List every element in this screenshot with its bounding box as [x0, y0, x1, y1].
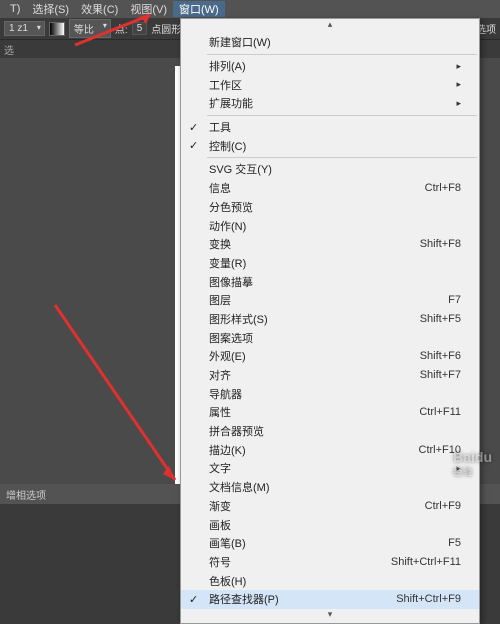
menu-item-pattern-options[interactable]: 图案选项 — [181, 328, 479, 347]
menu-item-label: 工具 — [209, 119, 231, 135]
menu-item-label: 渐变 — [209, 498, 231, 514]
menu-item-arrange[interactable]: 排列(A) ▸ — [181, 57, 479, 76]
menu-item-navigator[interactable]: 导航器 — [181, 384, 479, 403]
menu-item-label: 属性 — [209, 404, 231, 420]
menu-item-align[interactable]: 对齐 Shift+F7 — [181, 366, 479, 385]
menu-item-layers[interactable]: 图层 F7 — [181, 291, 479, 310]
menu-item-label: 新建窗口(W) — [209, 34, 271, 50]
menu-item-label: 图像描摹 — [209, 274, 253, 290]
menu-item-label: 文档信息(M) — [209, 479, 270, 495]
submenu-arrow-icon: ▸ — [456, 98, 461, 109]
menu-item-attributes[interactable]: 属性 Ctrl+F11 — [181, 403, 479, 422]
menu-shortcut: Shift+Ctrl+F9 — [396, 593, 461, 605]
menu-item-label: 对齐 — [209, 367, 231, 383]
check-icon: ✓ — [189, 121, 198, 134]
menu-item-label: 画笔(B) — [209, 535, 246, 551]
menubar-item[interactable]: 视图(V) — [124, 1, 173, 17]
menu-scroll-up[interactable]: ▴ — [181, 19, 479, 33]
menu-item-label: 文字 — [209, 460, 231, 476]
menu-item-swatches[interactable]: 色板(H) — [181, 571, 479, 590]
menu-item-label: 图形样式(S) — [209, 311, 268, 327]
menubar: T)选择(S)效果(C)视图(V)窗口(W) — [0, 0, 500, 18]
submenu-arrow-icon: ▸ — [456, 79, 461, 90]
menu-item-label: 扩展功能 — [209, 95, 253, 111]
menubar-item[interactable]: T) — [4, 3, 26, 15]
window-menu: ▴ 新建窗口(W) 排列(A) ▸ 工作区 ▸ 扩展功能 ▸ ✓ 工具 ✓ 控制(C) SVG 交互(… — [180, 18, 480, 624]
menu-item-graphic-styles[interactable]: 图形样式(S) Shift+F5 — [181, 310, 479, 329]
submenu-arrow-icon: ▸ — [456, 61, 461, 72]
menu-item-label: 分色预览 — [209, 199, 253, 215]
menu-item-type[interactable]: 文字▸ — [181, 459, 479, 478]
menu-separator — [207, 157, 477, 158]
menu-item-label: 排列(A) — [209, 58, 246, 74]
menu-item-label: 控制(C) — [209, 138, 246, 154]
menu-shortcut: F7 — [448, 294, 461, 306]
menu-item-variables[interactable]: 变量(R) — [181, 254, 479, 273]
menubar-item[interactable]: 窗口(W) — [173, 1, 225, 17]
menu-item-label: SVG 交互(Y) — [209, 161, 272, 177]
menu-item-symbols[interactable]: 符号 Shift+Ctrl+F11 — [181, 553, 479, 572]
menu-item-extensions[interactable]: 扩展功能 ▸ — [181, 94, 479, 113]
menu-item-tools[interactable]: ✓ 工具 — [181, 118, 479, 137]
menu-item-flattener-preview[interactable]: 拼合器预览 — [181, 422, 479, 441]
menu-shortcut: Ctrl+F11 — [419, 406, 461, 418]
menu-item-label: 外观(E) — [209, 348, 246, 364]
menu-item-brushes[interactable]: 画笔(B) F5 — [181, 534, 479, 553]
menu-item-label: 符号 — [209, 554, 231, 570]
menu-item-label: 色板(H) — [209, 573, 246, 589]
menu-shortcut: Ctrl+F8 — [425, 182, 461, 194]
menu-item-label: 路径查找器(P) — [209, 591, 279, 607]
footer-label: 增相选项 — [6, 487, 46, 502]
menu-shortcut: Ctrl+F9 — [425, 500, 461, 512]
menu-item-label: 导航器 — [209, 386, 242, 402]
menu-item-label: 图案选项 — [209, 330, 253, 346]
menu-item-info[interactable]: 信息 Ctrl+F8 — [181, 179, 479, 198]
menu-item-artboards[interactable]: 画板 — [181, 515, 479, 534]
menu-shortcut: Shift+F8 — [420, 238, 461, 250]
menu-shortcut: Shift+Ctrl+F11 — [391, 556, 461, 568]
points-value[interactable]: 5 — [132, 22, 148, 35]
menu-item-appearance[interactable]: 外观(E) Shift+F6 — [181, 347, 479, 366]
scale-dropdown[interactable]: 等比 — [69, 19, 111, 38]
check-icon: ✓ — [189, 139, 198, 152]
menu-shortcut: Shift+F7 — [420, 369, 461, 381]
menu-shortcut: Shift+F6 — [420, 350, 461, 362]
tab-label: 选 — [4, 42, 14, 57]
menu-item-control[interactable]: ✓ 控制(C) — [181, 136, 479, 155]
zoom-dropdown[interactable]: 1 z1 — [4, 21, 45, 36]
menu-item-label: 图层 — [209, 292, 231, 308]
menu-item-label: 变换 — [209, 236, 231, 252]
check-icon: ✓ — [189, 593, 198, 606]
menu-item-stroke[interactable]: 描边(K)Ctrl+F10 — [181, 440, 479, 459]
menu-item-pathfinder[interactable]: ✓ 路径查找器(P) Shift+Ctrl+F9 — [181, 590, 479, 609]
menu-item-image-trace[interactable]: 图像描摹 — [181, 272, 479, 291]
menu-separator — [207, 54, 477, 55]
menu-item-separations-preview[interactable]: 分色预览 — [181, 198, 479, 217]
menu-item-workspace[interactable]: 工作区 ▸ — [181, 75, 479, 94]
menu-shortcut: Shift+F5 — [420, 313, 461, 325]
menu-item-label: 动作(N) — [209, 218, 246, 234]
menubar-item[interactable]: 选择(S) — [26, 1, 75, 17]
points-label: 点: — [115, 21, 128, 36]
menu-item-label: 信息 — [209, 180, 231, 196]
watermark: Baidu经验 — [453, 449, 492, 478]
menubar-item[interactable]: 效果(C) — [75, 1, 124, 17]
menu-item-label: 拼合器预览 — [209, 423, 264, 439]
shape-label: 点圆形 — [151, 21, 181, 36]
menu-item-doc-info[interactable]: 文档信息(M) — [181, 478, 479, 497]
menu-item-transform[interactable]: 变换 Shift+F8 — [181, 235, 479, 254]
menu-item-svg-interactivity[interactable]: SVG 交互(Y) — [181, 160, 479, 179]
menu-separator — [207, 115, 477, 116]
menu-item-label: 画板 — [209, 517, 231, 533]
menu-item-label: 变量(R) — [209, 255, 246, 271]
gradient-icon[interactable] — [49, 22, 65, 36]
menu-item-new-window[interactable]: 新建窗口(W) — [181, 33, 479, 52]
menu-shortcut: F5 — [448, 537, 461, 549]
menu-item-gradient[interactable]: 渐变 Ctrl+F9 — [181, 497, 479, 516]
menu-item-label: 描边(K) — [209, 442, 246, 458]
menu-item-label: 工作区 — [209, 77, 242, 93]
menu-item-actions[interactable]: 动作(N) — [181, 216, 479, 235]
menu-scroll-down[interactable]: ▾ — [181, 609, 479, 623]
